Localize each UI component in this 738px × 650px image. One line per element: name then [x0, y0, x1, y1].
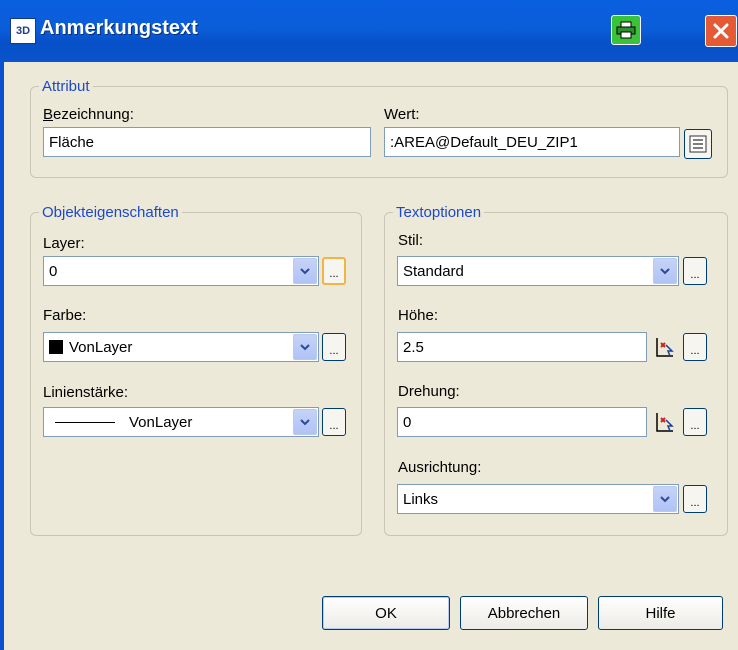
layer-value: 0: [49, 262, 58, 280]
objekt-legend: Objekteigenschaften: [42, 204, 179, 221]
printer-icon: [616, 21, 636, 39]
attribut-legend: Attribut: [42, 78, 90, 95]
window-frame: [0, 62, 4, 650]
linienstaerke-dropdown-arrow[interactable]: [293, 409, 317, 435]
farbe-browse-button[interactable]: ...: [322, 333, 346, 361]
lineweight-sample-icon: [55, 421, 115, 423]
drehung-label: Drehung:: [398, 383, 460, 400]
drehung-pick-button[interactable]: [652, 408, 678, 436]
pick-point-icon: [656, 413, 674, 432]
chevron-down-icon: [660, 268, 670, 275]
ausrichtung-browse-button[interactable]: ...: [683, 485, 707, 513]
title-bar[interactable]: 3D Anmerkungstext: [0, 0, 738, 62]
bezeichnung-field[interactable]: Fläche: [43, 127, 371, 157]
farbe-select[interactable]: VonLayer: [43, 332, 319, 362]
linienstaerke-browse-button[interactable]: ...: [322, 408, 346, 436]
farbe-dropdown-arrow[interactable]: [293, 334, 317, 360]
text-legend: Textoptionen: [396, 204, 482, 221]
chevron-down-icon: [660, 496, 670, 503]
stil-value: Standard: [403, 262, 464, 280]
wert-field[interactable]: :AREA@Default_DEU_ZIP1: [384, 127, 680, 157]
chevron-down-icon: [300, 344, 310, 351]
farbe-label: Farbe:: [43, 307, 87, 324]
stil-browse-button[interactable]: ...: [683, 257, 707, 285]
ausrichtung-label: Ausrichtung:: [398, 459, 482, 476]
stil-select[interactable]: Standard: [397, 256, 679, 286]
hoehe-browse-button[interactable]: ...: [683, 333, 707, 361]
hoehe-field[interactable]: 2.5: [397, 332, 647, 362]
objekteigenschaften-group: Objekteigenschaften: [30, 204, 362, 536]
bezeichnung-label: Bezeichnung:: [43, 106, 134, 123]
hoehe-pick-button[interactable]: [652, 333, 678, 361]
cancel-button[interactable]: Abbrechen: [460, 596, 588, 630]
chevron-down-icon: [300, 419, 310, 426]
layer-select[interactable]: 0: [43, 256, 319, 286]
linienstaerke-select[interactable]: VonLayer: [43, 407, 319, 437]
ausrichtung-value: Links: [403, 490, 439, 508]
layer-label: Layer:: [43, 235, 85, 252]
pick-point-icon: [656, 338, 674, 357]
print-button[interactable]: [611, 15, 641, 45]
bezeichnung-label-text: ezeichnung:: [53, 106, 134, 123]
layer-browse-button[interactable]: ...: [322, 257, 346, 285]
layer-dropdown-arrow[interactable]: [293, 258, 317, 284]
drehung-browse-button[interactable]: ...: [683, 408, 707, 436]
stil-label: Stil:: [398, 232, 424, 249]
close-icon: [713, 23, 729, 39]
linienstaerke-value: VonLayer: [129, 413, 193, 431]
linienstaerke-label: Linienstärke:: [43, 384, 129, 401]
farbe-value: VonLayer: [69, 338, 133, 356]
help-button[interactable]: Hilfe: [598, 596, 723, 630]
ausrichtung-dropdown-arrow[interactable]: [653, 486, 677, 512]
field-picker-button[interactable]: [684, 129, 712, 159]
ausrichtung-select[interactable]: Links: [397, 484, 679, 514]
drehung-field[interactable]: 0: [397, 407, 647, 437]
chevron-down-icon: [300, 268, 310, 275]
window-title: Anmerkungstext: [40, 17, 198, 39]
ok-button[interactable]: OK: [322, 596, 450, 630]
stil-dropdown-arrow[interactable]: [653, 258, 677, 284]
color-swatch-icon: [49, 340, 63, 354]
app-icon: 3D: [10, 18, 36, 44]
wert-label: Wert:: [384, 106, 420, 123]
field-list-icon: [689, 135, 707, 153]
close-button[interactable]: [705, 15, 737, 47]
dialog-window: 3D Anmerkungstext Attribut Bezeichnung: …: [0, 0, 738, 650]
hoehe-label: Höhe:: [398, 307, 439, 324]
